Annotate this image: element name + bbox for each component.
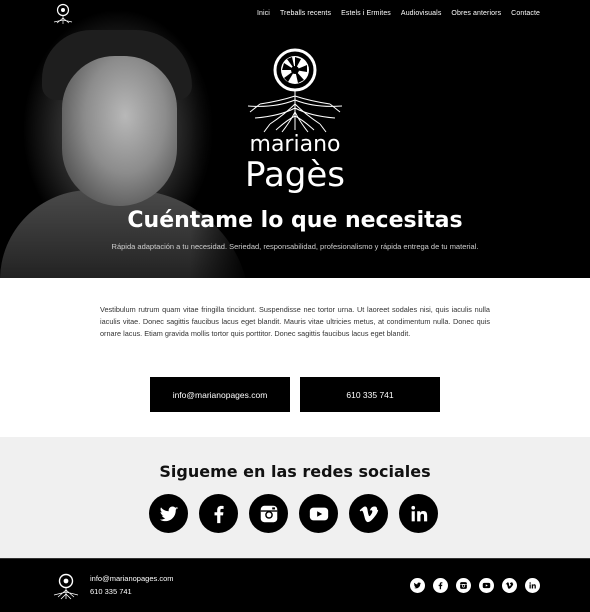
nav-item-contacte[interactable]: Contacte <box>511 10 540 17</box>
brand-name-last: Pagès <box>244 155 346 195</box>
email-button[interactable]: info@marianopages.com <box>150 377 290 412</box>
footer-email[interactable]: info@marianopages.com <box>90 574 174 583</box>
main-nav: Inici Treballs recents Estels i Ermites … <box>257 10 540 17</box>
brand-name-first: mariano <box>249 132 341 157</box>
social-icons <box>149 494 438 533</box>
footer-youtube-icon[interactable] <box>479 578 494 593</box>
vimeo-icon[interactable] <box>349 494 388 533</box>
linkedin-icon[interactable] <box>399 494 438 533</box>
nav-item-treballs-recents[interactable]: Treballs recents <box>280 10 331 17</box>
footer-logo-icon <box>53 573 79 600</box>
footer-vimeo-icon[interactable] <box>502 578 517 593</box>
facebook-icon[interactable] <box>199 494 238 533</box>
hero-section: Inici Treballs recents Estels i Ermites … <box>0 0 590 278</box>
brand-logo-icon <box>247 48 343 133</box>
footer-instagram-icon[interactable] <box>456 578 471 593</box>
intro-paragraph: Vestibulum rutrum quam vitae fringilla t… <box>100 305 490 338</box>
nav-item-obres-anteriors[interactable]: Obres anteriors <box>451 10 501 17</box>
youtube-icon[interactable] <box>299 494 338 533</box>
footer-twitter-icon[interactable] <box>410 578 425 593</box>
hero-title: Cuéntame lo que necesitas <box>127 208 463 233</box>
top-navigation: Inici Treballs recents Estels i Ermites … <box>0 0 590 28</box>
nav-item-inici[interactable]: Inici <box>257 10 270 17</box>
hero-subtitle: Rápida adaptación a tu necesidad. Seried… <box>111 242 479 251</box>
footer-facebook-icon[interactable] <box>433 578 448 593</box>
nav-item-estels-i-ermites[interactable]: Estels i Ermites <box>341 10 391 17</box>
footer-phone: 610 335 741 <box>90 587 132 596</box>
portrait-photo <box>0 0 250 278</box>
twitter-icon[interactable] <box>149 494 188 533</box>
social-title: Sigueme en las redes sociales <box>159 462 431 481</box>
footer-linkedin-icon[interactable] <box>525 578 540 593</box>
nav-item-audiovisuals[interactable]: Audiovisuals <box>401 10 442 17</box>
social-section: Sigueme en las redes sociales <box>0 437 590 558</box>
site-logo-icon[interactable] <box>50 3 76 25</box>
footer: info@marianopages.com 610 335 741 <box>0 558 590 612</box>
instagram-icon[interactable] <box>249 494 288 533</box>
phone-button[interactable]: 610 335 741 <box>300 377 440 412</box>
footer-social-icons <box>410 578 540 593</box>
